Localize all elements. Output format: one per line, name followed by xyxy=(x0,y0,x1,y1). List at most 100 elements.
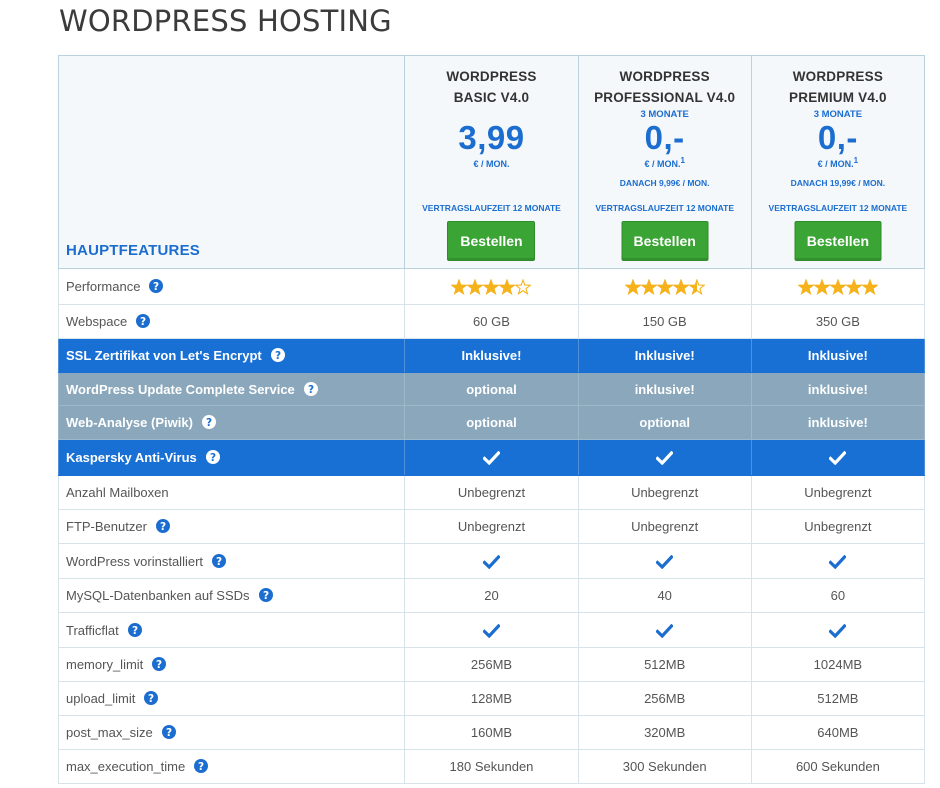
feature-value-cell: inklusive! xyxy=(750,405,926,440)
svg-text:?: ? xyxy=(132,625,138,637)
svg-text:?: ? xyxy=(140,316,146,328)
feature-value: inklusive! xyxy=(634,381,695,397)
feature-value-cell: Unbegrenzt xyxy=(577,475,752,510)
checkmark-icon xyxy=(829,451,847,466)
question-circle-icon[interactable]: ? xyxy=(258,588,273,602)
feature-label-cell: Web-Analyse (Piwik)? xyxy=(57,405,406,440)
feature-value: 512MB xyxy=(817,691,859,706)
question-circle-icon[interactable]: ? xyxy=(212,553,227,568)
order-button-premium[interactable]: Bestellen xyxy=(794,221,882,261)
question-circle-icon[interactable]: ? xyxy=(270,348,285,362)
question-circle-icon[interactable]: ? xyxy=(149,279,164,293)
question-circle-icon[interactable]: ? xyxy=(152,657,167,671)
feature-value-cell: Inklusive! xyxy=(404,338,579,373)
star-icon xyxy=(624,278,642,295)
plan-price: 3,99 xyxy=(458,119,525,156)
feature-label-cell: Kaspersky Anti-Virus? xyxy=(57,439,406,476)
feature-value: Unbegrenzt xyxy=(631,519,699,534)
feature-label: Anzahl Mailboxen xyxy=(66,485,169,500)
question-circle-icon[interactable]: ? xyxy=(194,759,209,773)
feature-row: Kaspersky Anti-Virus? xyxy=(57,439,926,476)
plan-basic-header: WORDPRESS BASIC V4.0 3,99 € / MON. VERTR… xyxy=(404,55,579,269)
feature-value-cell: 320MB xyxy=(577,715,752,750)
feature-value-cell: 256MB xyxy=(577,681,752,716)
svg-text:?: ? xyxy=(216,556,222,568)
feature-value: 600 Sekunden xyxy=(795,759,880,774)
plan-professional-header: WORDPRESS PROFESSIONAL V4.0 3 MONATE 0,-… xyxy=(577,55,752,269)
star-rating xyxy=(624,278,705,295)
checkmark-icon xyxy=(482,554,500,569)
feature-label: Web-Analyse (Piwik) xyxy=(66,415,193,430)
feature-row: post_max_size? 160MB 320MB 640MB xyxy=(57,715,926,750)
svg-text:?: ? xyxy=(198,761,204,773)
page-title: WORDPRESS HOSTING xyxy=(59,4,392,38)
checkmark-icon xyxy=(656,451,674,466)
checkmark-icon xyxy=(829,554,847,569)
question-circle-icon[interactable]: ? xyxy=(144,691,159,705)
feature-value: Unbegrenzt xyxy=(457,485,526,500)
question-circle-icon[interactable]: ? xyxy=(127,622,142,637)
feature-value: 256MB xyxy=(644,691,686,706)
order-button-basic[interactable]: Bestellen xyxy=(447,221,536,261)
feature-value-cell: 40 xyxy=(577,578,752,613)
feature-value-cell: 512MB xyxy=(750,681,926,716)
plan-after-price xyxy=(405,178,577,188)
feature-label: Kaspersky Anti-Virus xyxy=(66,450,197,465)
feature-value-cell: optional xyxy=(404,405,579,440)
feature-label-cell: upload_limit? xyxy=(57,681,406,716)
question-circle-icon[interactable]: ? xyxy=(161,725,176,739)
plan-premium-header: WORDPRESS PREMIUM V4.0 3 MONATE 0,- € / … xyxy=(750,55,926,269)
order-button-professional[interactable]: Bestellen xyxy=(621,221,709,261)
plan-name-line2: PREMIUM V4.0 xyxy=(789,90,887,105)
feature-value-cell: 256MB xyxy=(404,647,579,682)
table-header-row: HAUPTFEATURES WORDPRESS BASIC V4.0 3,99 … xyxy=(57,55,926,269)
feature-value-cell xyxy=(577,612,752,648)
feature-value-cell xyxy=(750,268,926,305)
question-circle-icon[interactable]: ? xyxy=(205,450,220,464)
plan-price-unit: € / MON.1 xyxy=(644,156,685,169)
feature-value-cell xyxy=(404,612,579,648)
plan-after-price: DANACH 9,99€ / MON. xyxy=(619,178,710,188)
star-icon xyxy=(829,278,847,295)
features-header-label: HAUPTFEATURES xyxy=(66,242,200,259)
svg-text:?: ? xyxy=(166,727,172,739)
feature-label: Trafficflat xyxy=(66,622,119,638)
feature-value-cell xyxy=(577,268,752,305)
feature-row: Webspace? 60 GB 150 GB 350 GB xyxy=(57,304,926,339)
feature-row: memory_limit? 256MB 512MB 1024MB xyxy=(57,647,926,682)
feature-value-cell: 60 xyxy=(750,578,926,613)
feature-row: upload_limit? 128MB 256MB 512MB xyxy=(57,681,926,716)
question-circle-icon[interactable]: ? xyxy=(303,381,318,396)
plan-price-unit: € / MON. xyxy=(473,159,510,169)
svg-text:?: ? xyxy=(210,452,216,464)
feature-row: Web-Analyse (Piwik)? optional optional inkl… xyxy=(57,405,926,440)
feature-value-cell: Unbegrenzt xyxy=(750,475,926,510)
plan-name-line1: WORDPRESS xyxy=(446,69,537,84)
star-icon xyxy=(498,278,517,295)
feature-value-cell: 640MB xyxy=(750,715,926,750)
feature-value: 20 xyxy=(484,588,499,603)
feature-value-cell: optional xyxy=(404,372,579,406)
question-circle-icon[interactable]: ? xyxy=(201,415,216,429)
question-circle-icon[interactable]: ? xyxy=(136,314,151,328)
feature-value-cell xyxy=(750,543,926,579)
feature-label-cell: WordPress vorinstalliert? xyxy=(57,543,406,579)
star-icon xyxy=(482,278,501,295)
feature-value: 128MB xyxy=(470,691,513,706)
feature-value-cell xyxy=(577,543,752,579)
feature-value-cell xyxy=(750,439,926,476)
plan-contract-term: VERTRAGSLAUFZEIT 12 MONATE xyxy=(595,203,735,213)
question-circle-icon[interactable]: ? xyxy=(155,519,170,533)
feature-label-cell: Performance? xyxy=(57,268,406,305)
feature-row: WordPress Update Complete Service? option… xyxy=(57,372,926,406)
feature-value-cell: 300 Sekunden xyxy=(577,749,752,784)
feature-value: Inklusive! xyxy=(634,348,695,363)
star-rating xyxy=(797,278,878,295)
feature-label: FTP-Benutzer xyxy=(66,519,147,534)
feature-value: Unbegrenzt xyxy=(631,485,699,500)
feature-value: 512MB xyxy=(644,657,686,672)
feature-value-cell: 1024MB xyxy=(750,647,926,682)
star-rating xyxy=(451,278,532,295)
feature-value: Unbegrenzt xyxy=(457,519,526,534)
star-icon xyxy=(655,278,674,295)
